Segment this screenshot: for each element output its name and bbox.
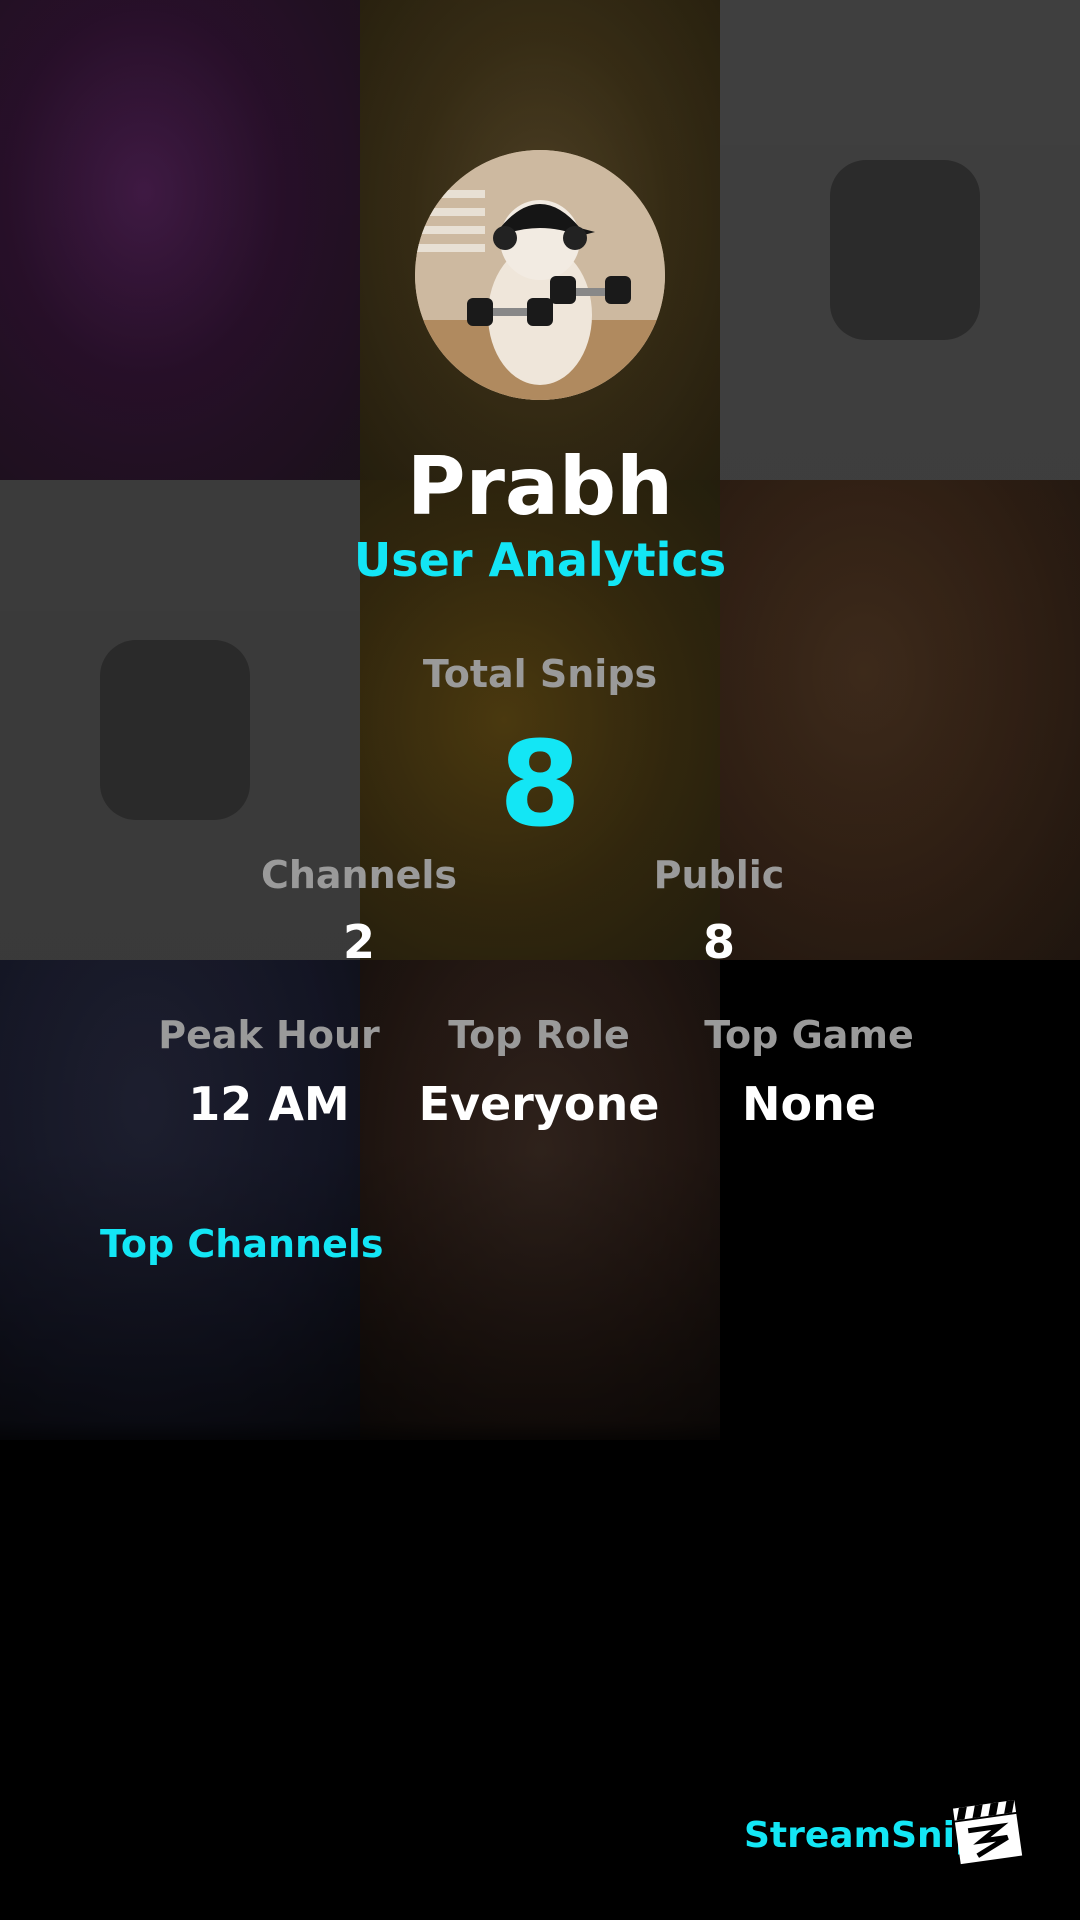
- stat-label: Channels: [260, 853, 458, 897]
- stat-top-game: Top Game None: [659, 1013, 959, 1131]
- stat-label: Top Game: [704, 1013, 914, 1057]
- stat-public: Public 8: [569, 853, 869, 969]
- total-snips-label: Total Snips: [422, 652, 658, 696]
- page-subtitle: User Analytics: [353, 533, 727, 587]
- stat-value: 12 AM: [188, 1077, 350, 1131]
- stat-value: None: [741, 1077, 877, 1131]
- brand-name: StreamSnip: [744, 1815, 981, 1856]
- stat-value: 2: [342, 915, 375, 969]
- stat-value: 8: [702, 915, 735, 969]
- avatar: [415, 150, 665, 400]
- stat-channels: Channels 2: [209, 853, 509, 969]
- total-snips-value: 8: [498, 715, 582, 853]
- stat-label: Public: [653, 853, 785, 897]
- clapperboard-icon: [950, 1790, 1026, 1866]
- stat-label: Top Role: [448, 1013, 630, 1057]
- stat-top-role: Top Role Everyone: [389, 1013, 689, 1131]
- profile-name: Prabh: [406, 440, 674, 533]
- stat-label: Peak Hour: [158, 1013, 380, 1057]
- stat-peak-hour: Peak Hour 12 AM: [119, 1013, 419, 1131]
- stat-value: Everyone: [418, 1077, 660, 1131]
- top-channels-heading: Top Channels: [100, 1222, 384, 1266]
